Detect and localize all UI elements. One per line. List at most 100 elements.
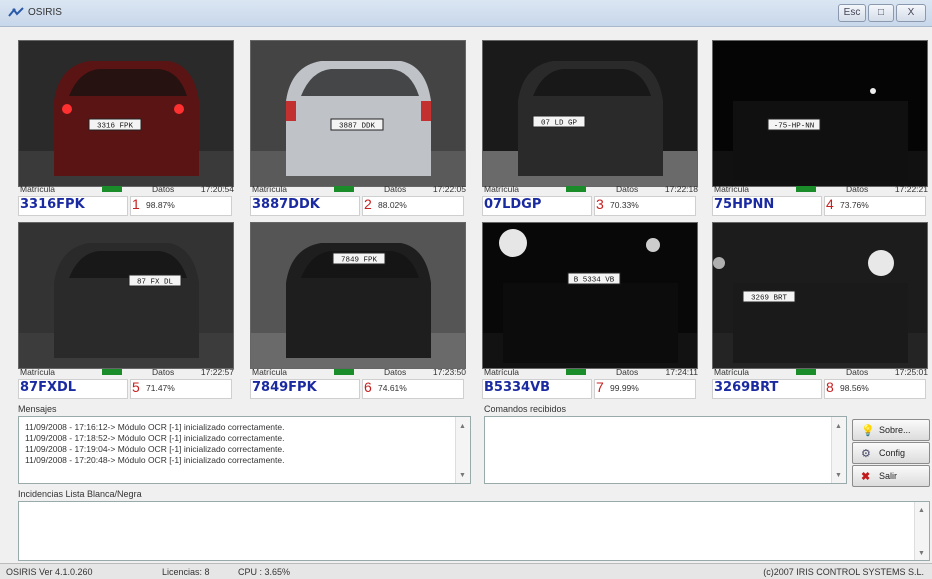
about-button[interactable]: 💡 Sobre... [852, 419, 930, 441]
plate-label: Matrícula [714, 184, 749, 194]
data-label: Datos [616, 184, 639, 194]
data-label: Datos [846, 184, 869, 194]
scroll-up-icon[interactable]: ▲ [459, 423, 466, 430]
data-label: Datos [384, 367, 407, 377]
plate-label: Matrícula [20, 184, 55, 194]
capture-time: 17:22:57 [200, 367, 234, 377]
incidents-box[interactable]: ▲ ▼ [18, 501, 930, 561]
camera-image: 87 FX DL [19, 223, 233, 368]
plate-image-text: 3316 FPK [97, 123, 134, 131]
data-label: Datos [846, 367, 869, 377]
plate-label: Matrícula [484, 184, 519, 194]
camera-info-6: Matrícula Datos 17:23:50 7849FPK 6 74.61% [250, 367, 468, 407]
camera-image: -75-HP-NN [713, 41, 927, 186]
camera-feed-8[interactable]: 3269 BRT [712, 222, 928, 369]
scroll-down-icon[interactable]: ▼ [835, 472, 842, 479]
camera-info-8: Matrícula Datos 17:25:01 3269BRT 8 98.56% [712, 367, 930, 407]
plate-number: 3316FPK [20, 197, 85, 212]
camera-info-5: Matrícula Datos 17:22:57 87FXDL 5 71.47% [18, 367, 236, 407]
camera-feed-2[interactable]: 3887 DDK [250, 40, 466, 187]
confidence-value: 88.02% [378, 200, 407, 210]
plate-label: Matrícula [20, 367, 55, 377]
camera-info-2: Matrícula Datos 17:22:05 3887DDK 2 88.02% [250, 184, 468, 224]
status-led [334, 186, 354, 192]
status-led [566, 369, 586, 375]
capture-time: 17:22:05 [432, 184, 466, 194]
capture-time: 17:22:21 [894, 184, 928, 194]
confidence-value: 99.99% [610, 383, 639, 393]
commands-box[interactable]: ▲ ▼ [484, 416, 847, 484]
camera-image: 7849 FPK [251, 223, 465, 368]
app-icon [8, 7, 24, 17]
capture-time: 17:22:18 [664, 184, 698, 194]
status-led [566, 186, 586, 192]
plate-label: Matrícula [252, 367, 287, 377]
plate-image-text: 7849 FPK [341, 257, 378, 265]
scroll-down-icon[interactable]: ▼ [459, 472, 466, 479]
camera-index: 2 [364, 196, 372, 212]
plate-number: 75HPNN [714, 197, 775, 212]
about-button-label: Sobre... [879, 425, 911, 435]
plate-number: 3887DDK [252, 197, 320, 212]
capture-time: 17:20:54 [200, 184, 234, 194]
incidents-scrollbar[interactable]: ▲ ▼ [914, 502, 929, 560]
status-led [334, 369, 354, 375]
confidence-value: 98.87% [146, 200, 175, 210]
scroll-up-icon[interactable]: ▲ [835, 423, 842, 430]
scroll-down-icon[interactable]: ▼ [918, 550, 925, 557]
minimize-button[interactable]: Esc [838, 4, 866, 22]
status-led [796, 369, 816, 375]
camera-feed-7[interactable]: B 5334 VB [482, 222, 698, 369]
plate-image-text: 3269 BRT [751, 295, 788, 303]
messages-scrollbar[interactable]: ▲ ▼ [455, 417, 470, 483]
camera-feed-3[interactable]: 07 LD GP [482, 40, 698, 187]
messages-box[interactable]: 11/09/2008 - 17:16:12-> Módulo OCR [-1] … [18, 416, 471, 484]
data-label: Datos [152, 184, 175, 194]
confidence-value: 71.47% [146, 383, 175, 393]
exit-button-label: Salir [879, 471, 898, 481]
commands-label: Comandos recibidos [484, 404, 567, 414]
plate-label: Matrícula [484, 367, 519, 377]
camera-image: B 5334 VB [483, 223, 697, 368]
camera-feed-6[interactable]: 7849 FPK [250, 222, 466, 369]
data-label: Datos [152, 367, 175, 377]
exit-button[interactable]: ✖ Salir [852, 465, 930, 487]
camera-index: 8 [826, 379, 834, 395]
plate-number: 87FXDL [20, 380, 77, 395]
close-button[interactable]: X [896, 4, 926, 22]
camera-index: 4 [826, 196, 834, 212]
camera-index: 6 [364, 379, 372, 395]
version-text: OSIRIS Ver 4.1.0.260 [6, 567, 93, 577]
data-label: Datos [616, 367, 639, 377]
cpu-text: CPU : 3.65% [238, 567, 291, 577]
message-line: 11/09/2008 - 17:16:12-> Módulo OCR [-1] … [25, 422, 285, 432]
camera-index: 5 [132, 379, 140, 395]
data-label: Datos [384, 184, 407, 194]
capture-time: 17:25:01 [894, 367, 928, 377]
plate-number: 7849FPK [252, 380, 317, 395]
incidents-label: Incidencias Lista Blanca/Negra [18, 489, 142, 499]
camera-index: 3 [596, 196, 604, 212]
camera-image: 07 LD GP [483, 41, 697, 186]
maximize-button[interactable]: □ [868, 4, 894, 22]
camera-index: 7 [596, 379, 604, 395]
commands-scrollbar[interactable]: ▲ ▼ [831, 417, 846, 483]
title-bar: OSIRIS Esc □ X [0, 0, 932, 27]
message-line: 11/09/2008 - 17:20:48-> Módulo OCR [-1] … [25, 455, 285, 465]
camera-feed-5[interactable]: 87 FX DL [18, 222, 234, 369]
camera-feed-4[interactable]: -75-HP-NN [712, 40, 928, 187]
status-led [102, 186, 122, 192]
plate-label: Matrícula [252, 184, 287, 194]
status-led [102, 369, 122, 375]
camera-info-3: Matrícula Datos 17:22:18 07LDGP 3 70.33% [482, 184, 700, 224]
plate-label: Matrícula [714, 367, 749, 377]
scroll-up-icon[interactable]: ▲ [918, 507, 925, 514]
lightbulb-icon: 💡 [861, 425, 875, 437]
status-bar: OSIRIS Ver 4.1.0.260 Licencias: 8 CPU : … [0, 563, 932, 579]
plate-number: B5334VB [484, 380, 551, 395]
camera-feed-1[interactable]: 3316 FPK [18, 40, 234, 187]
config-button[interactable]: ⚙ Config [852, 442, 930, 464]
capture-time: 17:24:11 [665, 367, 698, 377]
camera-info-4: Matrícula Datos 17:22:21 75HPNN 4 73.76% [712, 184, 930, 224]
licenses-text: Licencias: 8 [162, 567, 210, 577]
